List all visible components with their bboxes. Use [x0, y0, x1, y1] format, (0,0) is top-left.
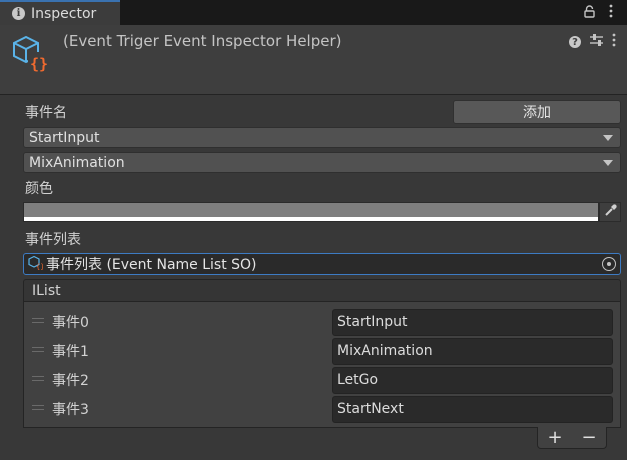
eyedropper-button[interactable]	[599, 202, 621, 222]
tab-bar: i Inspector	[0, 0, 627, 25]
list-item: 事件2 LetGo	[24, 364, 622, 394]
svg-text:{}: {}	[36, 263, 43, 270]
dropdown-arrow-icon	[603, 135, 613, 141]
component-header: {} (Event Triger Event Inspector Helper)…	[0, 25, 627, 95]
event-name-label: 事件名	[25, 105, 67, 121]
ilist-header[interactable]: IList	[23, 279, 621, 302]
lock-icon[interactable]	[584, 4, 595, 18]
list-item-label: 事件3	[52, 402, 89, 418]
list-item: 事件0 StartInput	[24, 306, 622, 336]
drag-handle-icon[interactable]	[32, 347, 44, 352]
list-item-label: 事件2	[52, 373, 89, 389]
alpha-bar	[24, 217, 598, 221]
info-icon: i	[12, 7, 25, 20]
list-item-value[interactable]: LetGo	[332, 367, 613, 394]
presets-icon[interactable]	[590, 34, 603, 50]
dropdown-value: StartInput	[29, 129, 100, 146]
drag-handle-icon[interactable]	[32, 405, 44, 410]
list-footer: + −	[537, 427, 607, 449]
color-label: 颜色	[25, 181, 53, 197]
list-item-value[interactable]: MixAnimation	[332, 338, 613, 365]
event-dropdown-2[interactable]: MixAnimation	[23, 152, 621, 173]
more-options-icon[interactable]	[612, 33, 616, 51]
header-tools: ?	[569, 33, 616, 51]
scriptable-object-icon: {}	[28, 255, 44, 274]
tab-label: Inspector	[31, 5, 97, 22]
svg-text:{}: {}	[30, 55, 48, 73]
add-button[interactable]: 添加	[453, 100, 621, 124]
object-picker-icon[interactable]	[602, 257, 616, 271]
remove-item-button[interactable]: −	[581, 428, 596, 447]
dropdown-arrow-icon	[603, 160, 613, 166]
list-item: 事件1 MixAnimation	[24, 335, 622, 365]
ilist-title: IList	[32, 282, 61, 299]
drag-handle-icon[interactable]	[32, 376, 44, 381]
list-item-value[interactable]: StartNext	[332, 396, 613, 423]
tab-tools	[584, 4, 613, 18]
list-item-label: 事件0	[52, 315, 89, 331]
help-icon[interactable]: ?	[569, 36, 581, 48]
color-field[interactable]	[23, 202, 599, 222]
event-list-object-field[interactable]: {} 事件列表 (Event Name List SO)	[23, 253, 621, 275]
dropdown-value: MixAnimation	[29, 154, 125, 171]
eyedropper-icon	[604, 203, 617, 221]
object-field-value: 事件列表 (Event Name List SO)	[46, 257, 257, 273]
list-item-label: 事件1	[52, 344, 89, 360]
tab-inspector[interactable]: i Inspector	[0, 0, 120, 25]
drag-handle-icon[interactable]	[32, 318, 44, 323]
script-icon: {}	[10, 34, 50, 78]
list-item: 事件3 StartNext	[24, 393, 622, 423]
add-item-button[interactable]: +	[547, 428, 562, 447]
list-item-value[interactable]: StartInput	[332, 309, 613, 336]
ilist-body: 事件0 StartInput 事件1 MixAnimation 事件2 LetG…	[23, 302, 621, 428]
component-title: (Event Triger Event Inspector Helper)	[63, 32, 342, 50]
event-list-label: 事件列表	[25, 232, 81, 248]
more-options-icon[interactable]	[609, 4, 613, 18]
event-dropdown-1[interactable]: StartInput	[23, 127, 621, 148]
